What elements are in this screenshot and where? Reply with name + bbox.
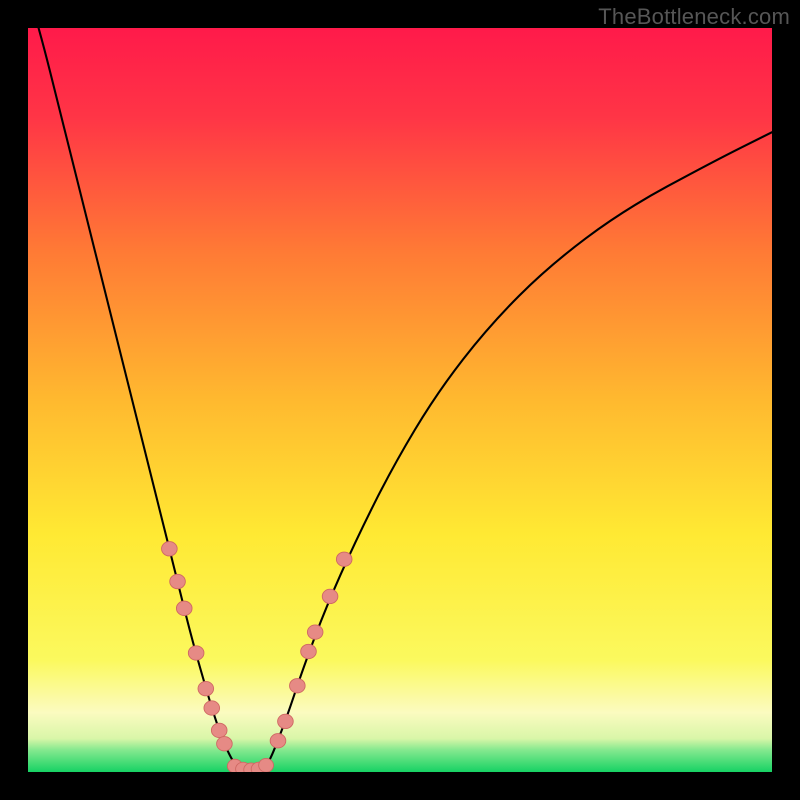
data-marker [336,552,352,566]
marker-group [162,542,352,772]
data-marker [188,646,204,660]
data-marker [204,701,220,715]
data-marker [176,601,192,615]
data-marker [307,625,323,639]
data-marker [278,714,294,728]
data-marker [301,644,317,658]
data-marker [198,681,214,695]
data-marker [170,574,186,588]
watermark-text: TheBottleneck.com [598,4,790,30]
data-marker [211,723,227,737]
right-curve [264,132,772,769]
data-marker [290,679,306,693]
curve-group [28,28,772,770]
data-marker [270,734,286,748]
plot-area [28,28,772,772]
outer-frame: TheBottleneck.com [0,0,800,800]
chart-svg [28,28,772,772]
data-marker [259,758,274,772]
left-curve [28,28,238,768]
data-marker [322,589,338,603]
data-marker [162,542,178,556]
data-marker [217,737,233,751]
